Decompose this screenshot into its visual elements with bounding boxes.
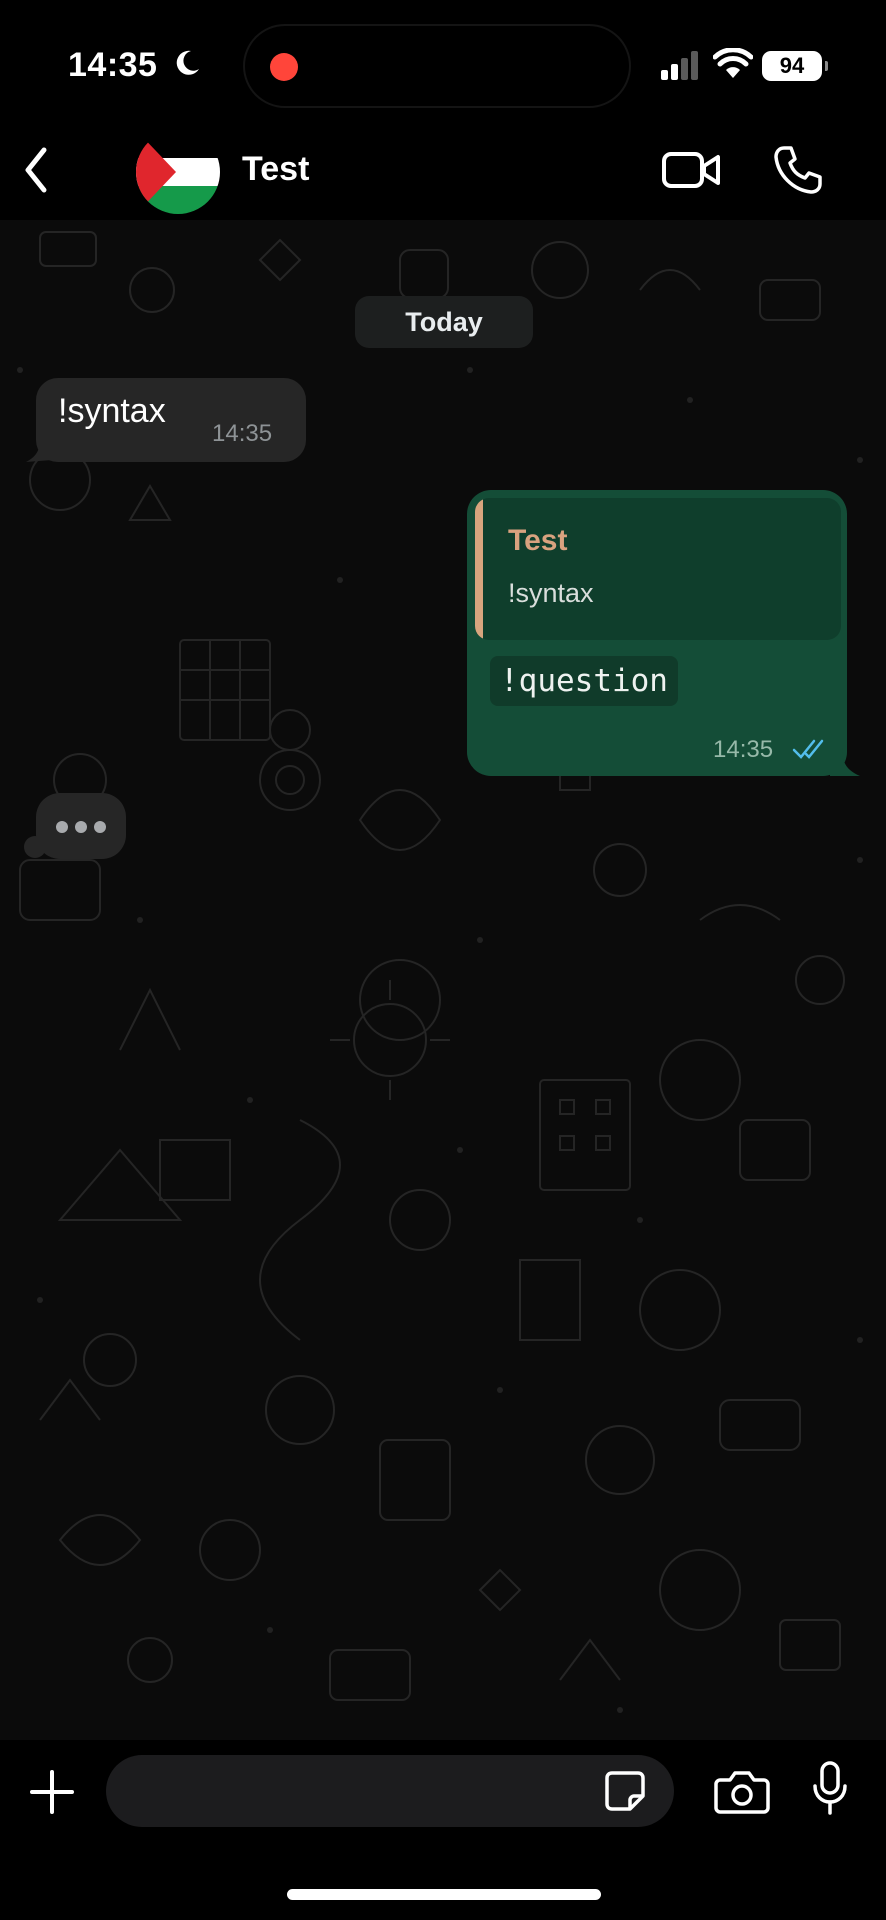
typing-dot (94, 821, 106, 833)
video-camera-icon[interactable] (660, 146, 724, 194)
incoming-message-time: 14:35 (212, 420, 273, 447)
incoming-message-text: !syntax (58, 392, 166, 430)
incoming-bubble-tail (26, 438, 52, 462)
outgoing-message-text: !question (490, 656, 678, 706)
date-separator: Today (355, 296, 533, 348)
outgoing-bubble-tail (830, 748, 860, 776)
microphone-icon[interactable] (812, 1760, 848, 1816)
home-indicator (287, 1889, 601, 1900)
contact-name[interactable]: Test (242, 150, 309, 189)
outgoing-message-time: 14:35 (713, 736, 774, 763)
quote-accent-bar (475, 498, 483, 640)
battery-indicator: 94 (762, 51, 828, 81)
wifi-icon (713, 48, 753, 78)
camera-icon[interactable] (714, 1768, 770, 1814)
status-time: 14:35 (68, 46, 158, 84)
dynamic-island (243, 24, 631, 108)
typing-dot (56, 821, 68, 833)
back-chevron-icon[interactable] (16, 140, 56, 200)
quoted-author: Test (508, 524, 568, 557)
typing-indicator (36, 793, 126, 859)
phone-icon[interactable] (772, 144, 824, 196)
quoted-text: !syntax (508, 578, 594, 608)
recording-indicator (270, 53, 298, 81)
focus-moon-icon (176, 50, 199, 75)
message-input[interactable] (106, 1755, 674, 1827)
read-receipt-double-check-icon (792, 739, 824, 759)
typing-dot (75, 821, 87, 833)
cellular-signal-icon (661, 51, 698, 80)
chat-header (0, 130, 886, 220)
contact-avatar[interactable] (136, 130, 220, 214)
quoted-reply[interactable] (475, 498, 841, 640)
sticker-icon[interactable] (604, 1770, 646, 1812)
plus-icon[interactable] (30, 1770, 74, 1814)
